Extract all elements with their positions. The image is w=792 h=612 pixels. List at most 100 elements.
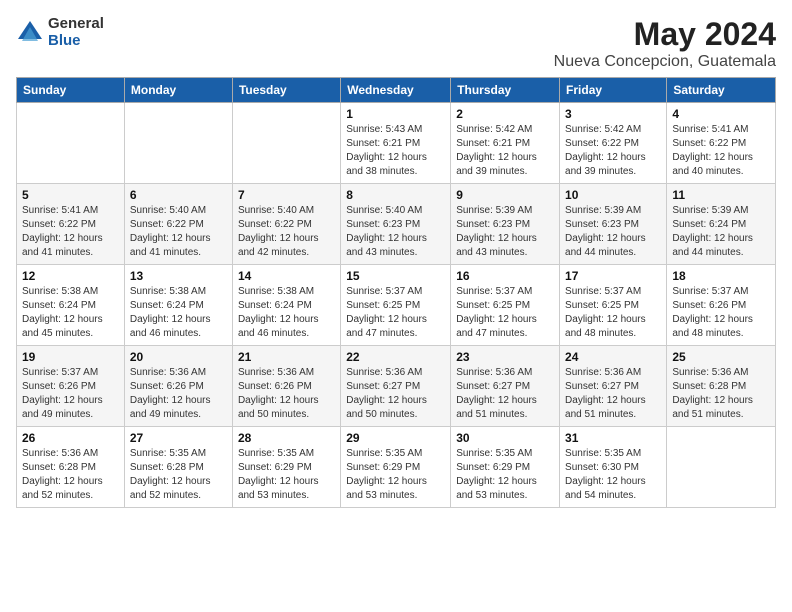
logo-blue-text: Blue	[48, 33, 104, 50]
calendar-week-4: 19 Sunrise: 5:37 AM Sunset: 6:26 PM Dayli…	[17, 346, 776, 427]
calendar-cell	[667, 427, 776, 508]
calendar-cell: 4 Sunrise: 5:41 AM Sunset: 6:22 PM Daylig…	[667, 103, 776, 184]
calendar-cell: 26 Sunrise: 5:36 AM Sunset: 6:28 PM Dayli…	[17, 427, 125, 508]
day-number: 19	[22, 350, 119, 364]
day-info: Sunrise: 5:40 AM Sunset: 6:23 PM Dayligh…	[346, 204, 445, 260]
calendar-cell	[232, 103, 340, 184]
day-header-wednesday: Wednesday	[341, 78, 451, 103]
calendar-cell: 21 Sunrise: 5:36 AM Sunset: 6:26 PM Dayli…	[232, 346, 340, 427]
day-number: 23	[456, 350, 554, 364]
calendar-week-2: 5 Sunrise: 5:41 AM Sunset: 6:22 PM Daylig…	[17, 184, 776, 265]
calendar-cell	[124, 103, 232, 184]
calendar-cell: 24Sunrise: 5:36 AM Sunset: 6:27 PM Dayli…	[560, 346, 667, 427]
day-info: Sunrise: 5:40 AM Sunset: 6:22 PM Dayligh…	[130, 204, 227, 260]
day-header-monday: Monday	[124, 78, 232, 103]
calendar-cell: 7 Sunrise: 5:40 AM Sunset: 6:22 PM Daylig…	[232, 184, 340, 265]
logo: General Blue	[16, 16, 104, 49]
day-info: Sunrise: 5:37 AM Sunset: 6:25 PM Dayligh…	[456, 285, 554, 341]
day-number: 9	[456, 188, 554, 202]
day-info: Sunrise: 5:36 AM Sunset: 6:28 PM Dayligh…	[22, 447, 119, 503]
day-info: Sunrise: 5:39 AM Sunset: 6:23 PM Dayligh…	[565, 204, 661, 260]
day-number: 14	[238, 269, 335, 283]
day-info: Sunrise: 5:36 AM Sunset: 6:27 PM Dayligh…	[346, 366, 445, 422]
calendar-week-3: 12 Sunrise: 5:38 AM Sunset: 6:24 PM Dayli…	[17, 265, 776, 346]
calendar-cell: 11 Sunrise: 5:39 AM Sunset: 6:24 PM Dayli…	[667, 184, 776, 265]
day-number: 17	[565, 269, 661, 283]
day-number: 16	[456, 269, 554, 283]
day-number: 3	[565, 107, 661, 121]
calendar-cell: 5 Sunrise: 5:41 AM Sunset: 6:22 PM Daylig…	[17, 184, 125, 265]
day-header-sunday: Sunday	[17, 78, 125, 103]
day-number: 15	[346, 269, 445, 283]
calendar-cell: 9 Sunrise: 5:39 AM Sunset: 6:23 PM Daylig…	[451, 184, 560, 265]
calendar-cell: 16 Sunrise: 5:37 AM Sunset: 6:25 PM Dayli…	[451, 265, 560, 346]
day-info: Sunrise: 5:43 AM Sunset: 6:21 PM Dayligh…	[346, 123, 445, 179]
calendar-cell: 27Sunrise: 5:35 AM Sunset: 6:28 PM Dayli…	[124, 427, 232, 508]
calendar-cell: 1 Sunrise: 5:43 AM Sunset: 6:21 PM Daylig…	[341, 103, 451, 184]
day-number: 13	[130, 269, 227, 283]
calendar-cell: 6Sunrise: 5:40 AM Sunset: 6:22 PM Daylig…	[124, 184, 232, 265]
day-number: 26	[22, 431, 119, 445]
day-number: 29	[346, 431, 445, 445]
calendar-cell: 28Sunrise: 5:35 AM Sunset: 6:29 PM Dayli…	[232, 427, 340, 508]
day-info: Sunrise: 5:40 AM Sunset: 6:22 PM Dayligh…	[238, 204, 335, 260]
day-info: Sunrise: 5:41 AM Sunset: 6:22 PM Dayligh…	[672, 123, 770, 179]
day-number: 7	[238, 188, 335, 202]
calendar-cell: 17 Sunrise: 5:37 AM Sunset: 6:25 PM Dayli…	[560, 265, 667, 346]
location-subtitle: Nueva Concepcion, Guatemala	[554, 53, 776, 71]
day-number: 21	[238, 350, 335, 364]
calendar-cell: 20Sunrise: 5:36 AM Sunset: 6:26 PM Dayli…	[124, 346, 232, 427]
day-info: Sunrise: 5:36 AM Sunset: 6:26 PM Dayligh…	[130, 366, 227, 422]
day-info: Sunrise: 5:36 AM Sunset: 6:28 PM Dayligh…	[672, 366, 770, 422]
calendar-cell: 15Sunrise: 5:37 AM Sunset: 6:25 PM Dayli…	[341, 265, 451, 346]
day-info: Sunrise: 5:39 AM Sunset: 6:23 PM Dayligh…	[456, 204, 554, 260]
day-number: 30	[456, 431, 554, 445]
calendar-cell: 14 Sunrise: 5:38 AM Sunset: 6:24 PM Dayli…	[232, 265, 340, 346]
calendar-cell: 29 Sunrise: 5:35 AM Sunset: 6:29 PM Dayli…	[341, 427, 451, 508]
calendar-cell: 25 Sunrise: 5:36 AM Sunset: 6:28 PM Dayli…	[667, 346, 776, 427]
calendar-header: SundayMondayTuesdayWednesdayThursdayFrid…	[17, 78, 776, 103]
calendar-cell: 2 Sunrise: 5:42 AM Sunset: 6:21 PM Daylig…	[451, 103, 560, 184]
day-number: 22	[346, 350, 445, 364]
calendar-cell: 31Sunrise: 5:35 AM Sunset: 6:30 PM Dayli…	[560, 427, 667, 508]
day-header-friday: Friday	[560, 78, 667, 103]
logo-icon	[16, 19, 44, 47]
day-info: Sunrise: 5:39 AM Sunset: 6:24 PM Dayligh…	[672, 204, 770, 260]
day-info: Sunrise: 5:42 AM Sunset: 6:21 PM Dayligh…	[456, 123, 554, 179]
day-number: 25	[672, 350, 770, 364]
calendar-cell: 19 Sunrise: 5:37 AM Sunset: 6:26 PM Dayli…	[17, 346, 125, 427]
page-header: General Blue May 2024 Nueva Concepcion, …	[16, 16, 776, 71]
day-info: Sunrise: 5:36 AM Sunset: 6:27 PM Dayligh…	[456, 366, 554, 422]
day-number: 12	[22, 269, 119, 283]
calendar-table: SundayMondayTuesdayWednesdayThursdayFrid…	[16, 77, 776, 508]
day-info: Sunrise: 5:37 AM Sunset: 6:25 PM Dayligh…	[565, 285, 661, 341]
calendar-cell: 18Sunrise: 5:37 AM Sunset: 6:26 PM Dayli…	[667, 265, 776, 346]
calendar-cell: 13Sunrise: 5:38 AM Sunset: 6:24 PM Dayli…	[124, 265, 232, 346]
day-number: 8	[346, 188, 445, 202]
day-info: Sunrise: 5:35 AM Sunset: 6:29 PM Dayligh…	[456, 447, 554, 503]
day-info: Sunrise: 5:35 AM Sunset: 6:30 PM Dayligh…	[565, 447, 661, 503]
day-number: 2	[456, 107, 554, 121]
calendar-cell: 3Sunrise: 5:42 AM Sunset: 6:22 PM Daylig…	[560, 103, 667, 184]
day-number: 1	[346, 107, 445, 121]
day-info: Sunrise: 5:38 AM Sunset: 6:24 PM Dayligh…	[238, 285, 335, 341]
days-header-row: SundayMondayTuesdayWednesdayThursdayFrid…	[17, 78, 776, 103]
day-number: 10	[565, 188, 661, 202]
calendar-cell	[17, 103, 125, 184]
day-number: 24	[565, 350, 661, 364]
title-block: May 2024 Nueva Concepcion, Guatemala	[554, 16, 776, 71]
day-number: 27	[130, 431, 227, 445]
logo-general-text: General	[48, 16, 104, 33]
day-info: Sunrise: 5:41 AM Sunset: 6:22 PM Dayligh…	[22, 204, 119, 260]
day-number: 5	[22, 188, 119, 202]
day-number: 4	[672, 107, 770, 121]
day-info: Sunrise: 5:36 AM Sunset: 6:26 PM Dayligh…	[238, 366, 335, 422]
day-info: Sunrise: 5:37 AM Sunset: 6:26 PM Dayligh…	[22, 366, 119, 422]
calendar-week-5: 26 Sunrise: 5:36 AM Sunset: 6:28 PM Dayli…	[17, 427, 776, 508]
calendar-cell: 8 Sunrise: 5:40 AM Sunset: 6:23 PM Daylig…	[341, 184, 451, 265]
month-year-title: May 2024	[554, 16, 776, 53]
calendar-week-1: 1 Sunrise: 5:43 AM Sunset: 6:21 PM Daylig…	[17, 103, 776, 184]
day-info: Sunrise: 5:35 AM Sunset: 6:29 PM Dayligh…	[346, 447, 445, 503]
day-number: 11	[672, 188, 770, 202]
day-header-saturday: Saturday	[667, 78, 776, 103]
